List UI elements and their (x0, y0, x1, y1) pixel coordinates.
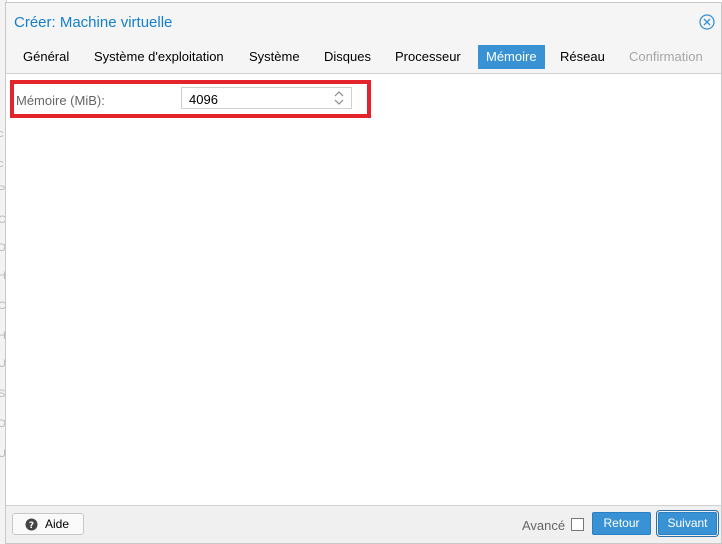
tab-confirmation: Confirmation (629, 49, 703, 64)
memory-value[interactable]: 4096 (189, 92, 218, 107)
dialog-title: Créer: Machine virtuelle (14, 14, 173, 31)
wizard-tab-bar: Général Système d'exploitation Système D… (6, 45, 721, 71)
tab-system[interactable]: Système (241, 45, 308, 69)
help-label: Aide (45, 517, 70, 531)
advanced-checkbox[interactable] (571, 518, 584, 531)
tab-processor[interactable]: Processeur (387, 45, 469, 69)
back-button[interactable]: Retour (592, 512, 651, 535)
next-button[interactable]: Suivant (656, 510, 719, 537)
memory-panel: Mémoire (MiB): 4096 (6, 73, 721, 506)
tab-network[interactable]: Réseau (552, 45, 613, 69)
tab-general[interactable]: Général (15, 45, 77, 69)
svg-text:?: ? (29, 521, 34, 531)
tab-memory[interactable]: Mémoire (478, 45, 545, 69)
question-circle-icon: ? (25, 518, 38, 531)
chevron-up-down-icon[interactable] (333, 90, 345, 106)
dialog-header: Créer: Machine virtuelle (6, 3, 721, 41)
dialog-footer: ? Aide Avancé Retour Suivant (6, 505, 721, 543)
create-vm-dialog: Créer: Machine virtuelle Général Système… (5, 2, 722, 544)
tab-os[interactable]: Système d'exploitation (86, 45, 232, 69)
memory-label: Mémoire (MiB): (16, 93, 105, 108)
memory-input[interactable]: 4096 (181, 87, 352, 109)
tab-disks[interactable]: Disques (316, 45, 379, 69)
help-button[interactable]: ? Aide (12, 513, 84, 535)
advanced-label: Avancé (522, 518, 566, 533)
close-icon[interactable] (699, 14, 715, 30)
